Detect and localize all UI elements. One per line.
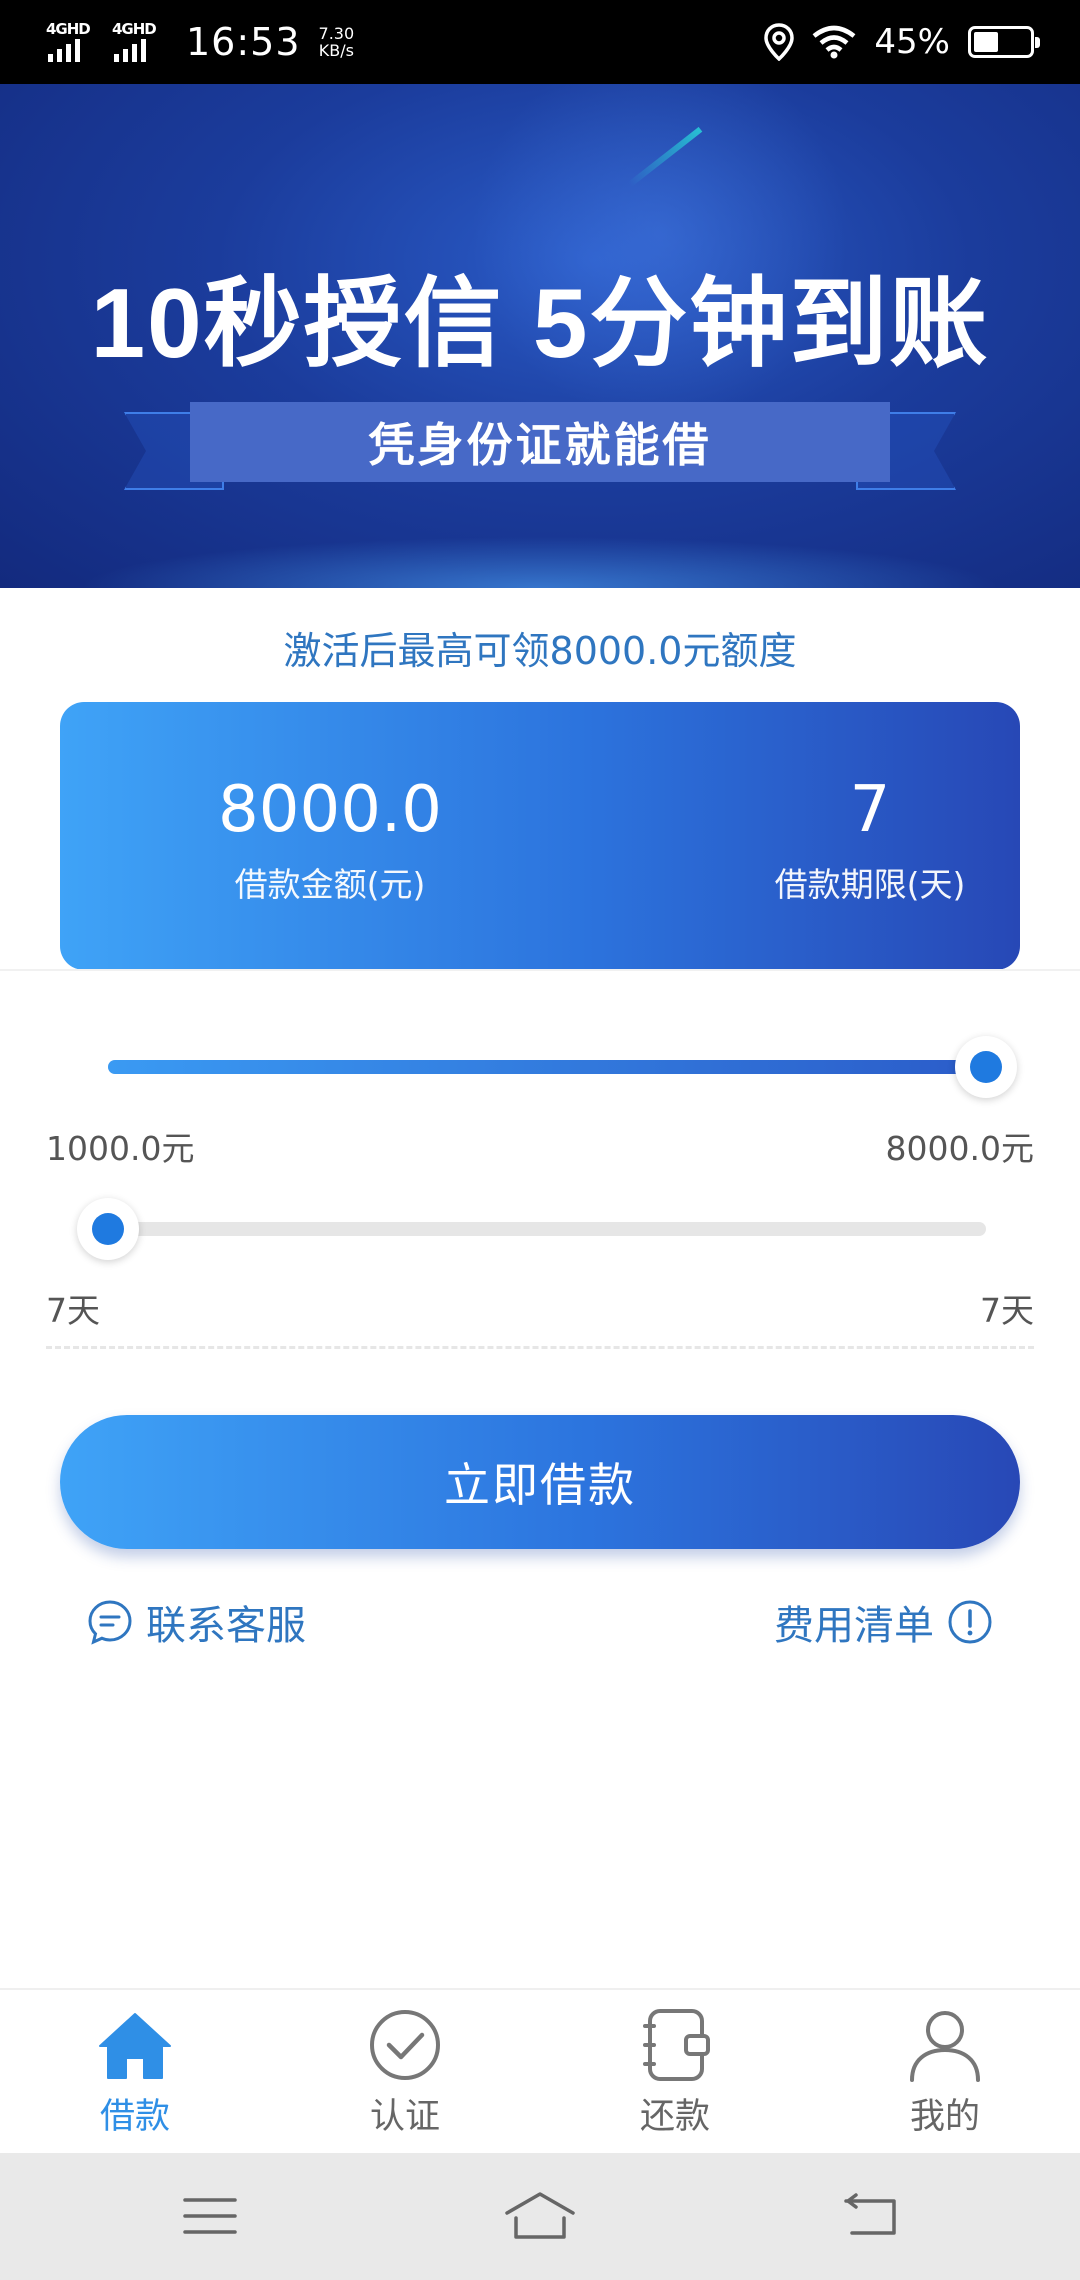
status-right: 45% — [764, 18, 1040, 66]
battery-icon — [968, 26, 1040, 58]
location-icon — [764, 23, 795, 61]
loan-summary-card: 8000.0 借款金额(元) 7 借款期限(天) — [60, 702, 1020, 970]
banner-subtitle: 凭身份证就能借 — [190, 402, 890, 482]
menu-icon — [183, 2198, 237, 2234]
tab-borrow-label: 借款 — [99, 2097, 170, 2137]
back-icon — [844, 2193, 896, 2235]
loan-term-value: 7 — [849, 773, 891, 847]
signal-icon: 4GHD — [112, 20, 166, 64]
loan-term: 7 借款期限(天) — [690, 772, 1050, 906]
borrow-now-button[interactable]: 立即借款 — [60, 1415, 1020, 1549]
term-slider[interactable] — [77, 1198, 986, 1260]
loan-amount-label: 借款金额(元) — [234, 865, 426, 904]
loan-term-label: 借款期限(天) — [774, 865, 966, 904]
screen: 4GHD 4GHD 16:53 7.30 KB/s 45% 10秒授信 5分钟到… — [0, 0, 1080, 2280]
battery-percent: 45% — [874, 22, 950, 62]
amount-slider-fill — [108, 1060, 986, 1074]
tab-repay[interactable]: 还款 — [575, 2008, 775, 2139]
bottom-tab-bar: 借款 认证 还款 我的 — [0, 1988, 1080, 2153]
term-slider-thumb[interactable] — [77, 1198, 139, 1260]
promo-banner[interactable]: 10秒授信 5分钟到账 凭身份证就能借 — [0, 84, 1080, 588]
term-min-label: 7天 — [46, 1291, 100, 1330]
divider — [0, 969, 1080, 971]
system-nav-bar — [0, 2153, 1080, 2280]
network-speed: 7.30 KB/s — [319, 25, 355, 59]
speed-value: 7.30 — [318, 24, 355, 43]
clock: 16:53 — [186, 20, 301, 64]
menu-button[interactable] — [170, 2181, 250, 2251]
tab-mine-label: 我的 — [909, 2097, 980, 2137]
tab-verify[interactable]: 认证 — [305, 2008, 505, 2139]
info-circle-icon — [948, 1600, 992, 1644]
network-type-label: 4GHD — [46, 20, 91, 38]
home-icon — [99, 2013, 171, 2079]
user-icon — [910, 2011, 980, 2082]
status-left: 4GHD 4GHD 16:53 7.30 KB/s — [46, 18, 354, 66]
amount-max-label: 8000.0元 — [885, 1129, 1034, 1168]
amount-min-label: 1000.0元 — [46, 1129, 195, 1168]
dashed-divider — [46, 1346, 1034, 1349]
speed-unit: KB/s — [318, 41, 354, 60]
home-button[interactable] — [500, 2181, 580, 2251]
loan-amount: 8000.0 借款金额(元) — [150, 772, 510, 906]
chat-bubble-icon — [88, 1600, 132, 1645]
contact-support-label: 联系客服 — [146, 1603, 306, 1649]
check-circle-icon — [370, 2010, 440, 2080]
amount-slider-thumb[interactable] — [955, 1036, 1017, 1098]
tab-borrow[interactable]: 借款 — [35, 2008, 235, 2139]
fee-list-link[interactable]: 费用清单 — [774, 1592, 994, 1652]
contact-support-link[interactable]: 联系客服 — [86, 1592, 306, 1652]
wifi-icon — [813, 25, 856, 59]
banner-ribbon: 凭身份证就能借 — [124, 402, 956, 498]
tab-mine[interactable]: 我的 — [845, 2008, 1045, 2139]
notebook-icon — [643, 2009, 710, 2081]
term-max-label: 7天 — [980, 1291, 1034, 1330]
signal-icon: 4GHD — [46, 20, 100, 64]
back-button[interactable] — [830, 2181, 910, 2251]
network-type-label: 4GHD — [112, 20, 157, 38]
banner-title: 10秒授信 5分钟到账 — [90, 268, 990, 378]
loan-amount-value: 8000.0 — [218, 773, 442, 847]
fee-list-label: 费用清单 — [774, 1603, 934, 1649]
home-outline-icon — [505, 2192, 575, 2239]
credit-limit-note: 激活后最高可领8000.0元额度 — [283, 629, 797, 673]
status-bar: 4GHD 4GHD 16:53 7.30 KB/s 45% — [0, 0, 1080, 84]
tab-verify-label: 认证 — [369, 2097, 440, 2137]
tab-repay-label: 还款 — [639, 2097, 710, 2137]
amount-slider[interactable] — [108, 1036, 1017, 1098]
